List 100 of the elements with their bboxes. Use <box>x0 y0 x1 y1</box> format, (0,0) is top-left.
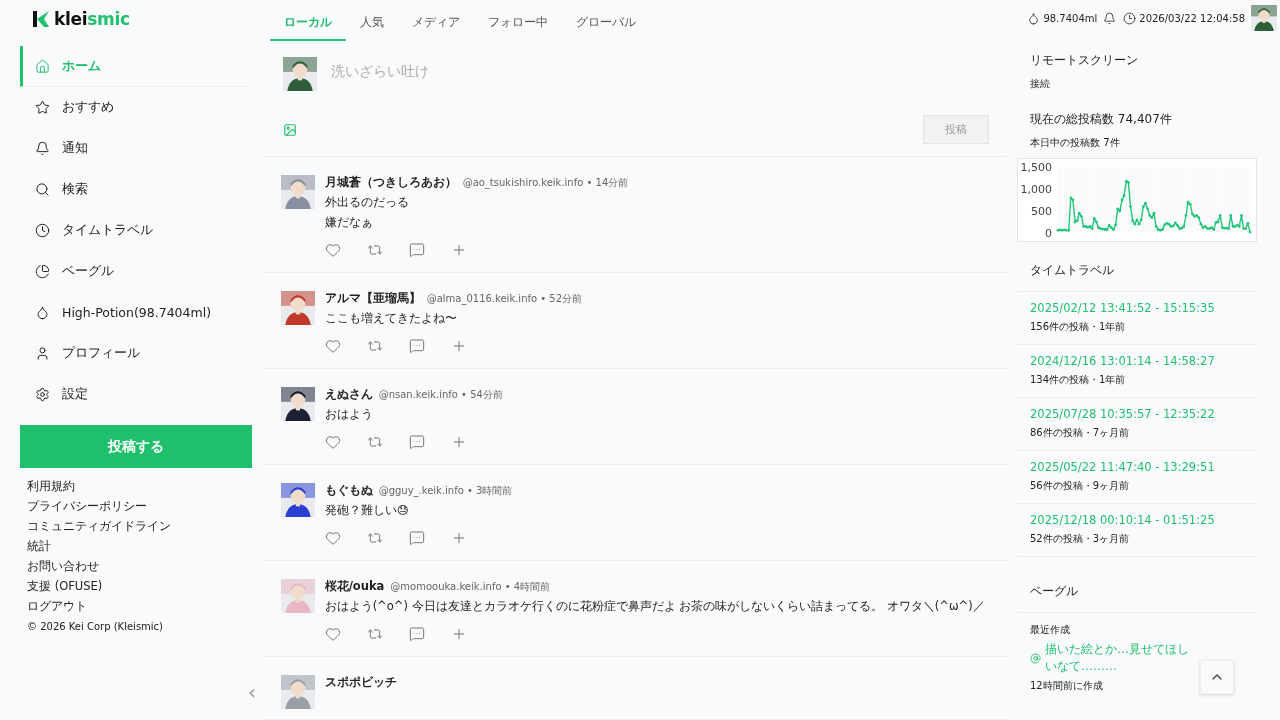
heart-icon[interactable] <box>324 530 341 546</box>
user-name: 桜花/ouka <box>324 579 385 594</box>
user-name: 月城蒼（つきしろあお） <box>324 175 457 190</box>
time-range: 2025/05/22 11:47:40 - 13:29:51 <box>1030 460 1216 474</box>
user-name: スポポビッチ <box>324 675 397 690</box>
timetravel-item[interactable]: 2025/02/12 13:41:52 - 15:15:35 156件の投稿・1年前 <box>1017 292 1257 345</box>
user-icon <box>35 346 50 361</box>
footer-link[interactable]: 利用規約 <box>20 476 252 496</box>
footer-link[interactable]: お問い合わせ <box>20 556 252 576</box>
post-meta: @alma_0116.keik.info • 52分前 <box>426 292 583 306</box>
item-meta: 86件の投稿・7ヶ月前 <box>1030 426 1131 440</box>
nav-item[interactable]: プロフィール <box>20 333 252 374</box>
user-name: もぐもぬ <box>324 483 373 498</box>
comment-icon[interactable] <box>408 242 425 258</box>
axis-label: 0 <box>1045 227 1052 240</box>
data-point <box>1218 214 1222 217</box>
clock-icon <box>1123 11 1137 25</box>
footer-link[interactable]: 統計 <box>20 536 252 556</box>
time-range: 2025/12/18 00:10:14 - 01:51:25 <box>1030 513 1216 527</box>
timetravel-item[interactable]: 2025/05/22 11:47:40 - 13:29:51 56件の投稿・9ヶ月前 <box>1017 451 1257 504</box>
potion-amount: 98.7404ml <box>1043 12 1098 24</box>
post-meta: @gguy_.keik.info • 3時間前 <box>378 484 513 498</box>
tab[interactable]: フォロー中 <box>473 14 562 41</box>
data-point <box>1184 214 1188 217</box>
section-title: 現在の総投稿数 74,407件 <box>1030 111 1173 128</box>
droplet-icon <box>35 305 50 320</box>
tab[interactable]: グローバル <box>561 14 650 41</box>
footer-link[interactable]: ログアウト <box>20 596 252 616</box>
time-range: 2025/07/28 10:35:57 - 12:35:22 <box>1030 407 1216 421</box>
post-text: 嫌だなぁ <box>324 214 374 230</box>
logo-text: kleismic <box>54 9 130 29</box>
post-text: 外出るのだっる <box>324 194 410 210</box>
droplet-icon <box>1027 11 1041 25</box>
footer-link[interactable]: プライバシーポリシー <box>20 496 252 516</box>
heart-icon[interactable] <box>324 242 341 258</box>
clock-icon <box>35 223 50 238</box>
nav-item[interactable]: 設定 <box>20 374 252 415</box>
item-meta: 156件の投稿・1年前 <box>1030 320 1127 334</box>
home-icon <box>35 58 50 74</box>
post-meta: @nsan.keik.info • 54分前 <box>378 388 503 402</box>
nav-item[interactable]: High-Potion(98.7404ml) <box>20 292 252 333</box>
post-text: おはよう(^o^) 今日は友達とカラオケ行くのに花粉症で鼻声だよ お茶の味がしないくらい詰まってる。 オワタ＼(^ω^)／ <box>324 598 985 614</box>
section-title: リモートスクリーン <box>1030 52 1139 69</box>
today-count: 本日中の投稿数 7件 <box>1030 136 1121 150</box>
repost-icon[interactable] <box>366 626 383 642</box>
timetravel-item[interactable]: 2025/07/28 10:35:57 - 12:35:22 86件の投稿・7ヶ月前 <box>1017 398 1257 451</box>
nav-item[interactable]: おすすめ <box>20 87 252 128</box>
tab[interactable]: メディア <box>397 14 474 41</box>
post-text: 発砲？難しい😓 <box>324 502 410 518</box>
repost-icon[interactable] <box>366 434 383 450</box>
post-text: おはよう <box>324 406 374 422</box>
settings-icon <box>35 387 50 402</box>
tab[interactable]: 人気 <box>345 14 398 41</box>
item-meta: 56件の投稿・9ヶ月前 <box>1030 479 1131 493</box>
created-time: 12時間前に作成 <box>1030 679 1104 693</box>
section-title: ベーグル <box>1017 557 1257 613</box>
post-text: ここも増えてきたよね〜 <box>324 310 458 326</box>
time-range: 2025/02/12 13:41:52 - 15:15:35 <box>1030 301 1216 315</box>
axis-label: 1,000 <box>1020 183 1052 196</box>
recent-label: 最近作成 <box>1030 623 1071 637</box>
copyright: © 2026 Kei Corp (Kleismic) <box>26 620 164 634</box>
search-icon <box>35 182 50 197</box>
date-time: 2026/03/22 12:04:58 <box>1139 12 1245 24</box>
axis-label: 500 <box>1031 205 1052 218</box>
user-name: えぬさん <box>324 387 373 402</box>
post-meta: @ao_tsukishiro.keik.info • 14分前 <box>462 176 629 190</box>
time-range: 2024/12/16 13:01:14 - 14:58:27 <box>1030 354 1216 368</box>
comment-icon[interactable] <box>408 434 425 450</box>
bell-icon <box>35 141 50 156</box>
image-icon[interactable] <box>282 122 297 137</box>
repost-icon[interactable] <box>366 338 383 354</box>
connection-status: 接続 <box>1030 77 1051 91</box>
heart-icon[interactable] <box>324 626 341 642</box>
nav-item[interactable]: 検索 <box>20 169 252 210</box>
repost-icon[interactable] <box>366 530 383 546</box>
comment-icon[interactable] <box>408 338 425 354</box>
at-sign-icon <box>1030 652 1041 664</box>
scroll-top-button[interactable] <box>1200 660 1234 694</box>
comment-icon[interactable] <box>408 626 425 642</box>
item-meta: 52件の投稿・3ヶ月前 <box>1030 532 1131 546</box>
repost-icon[interactable] <box>366 242 383 258</box>
nav-item[interactable]: ベーグル <box>20 251 252 292</box>
timetravel-item[interactable]: 2024/12/16 13:01:14 - 14:58:27 134件の投稿・1年前 <box>1017 345 1257 398</box>
bell-icon <box>1103 11 1117 25</box>
item-meta: 134件の投稿・1年前 <box>1030 373 1127 387</box>
data-point <box>1240 214 1243 217</box>
heart-icon[interactable] <box>324 338 341 354</box>
nav-item[interactable]: 通知 <box>20 128 252 169</box>
nav-item[interactable]: タイムトラベル <box>20 210 252 251</box>
footer-link[interactable]: 支援 (OFUSE) <box>20 576 252 596</box>
heart-icon[interactable] <box>324 434 341 450</box>
logo-icon <box>32 10 50 28</box>
post-meta: @momoouka.keik.info • 4時間前 <box>390 580 551 594</box>
user-name: アルマ【亜瑠馬】 <box>324 291 421 306</box>
timetravel-item[interactable]: 2025/12/18 00:10:14 - 01:51:25 52件の投稿・3ヶ月前 <box>1017 504 1257 557</box>
data-point <box>1246 221 1250 225</box>
comment-icon[interactable] <box>408 530 425 546</box>
section-title: タイムトラベル <box>1017 242 1257 292</box>
pie-chart-icon <box>35 264 50 279</box>
footer-link[interactable]: コミュニティガイドライン <box>20 516 252 536</box>
